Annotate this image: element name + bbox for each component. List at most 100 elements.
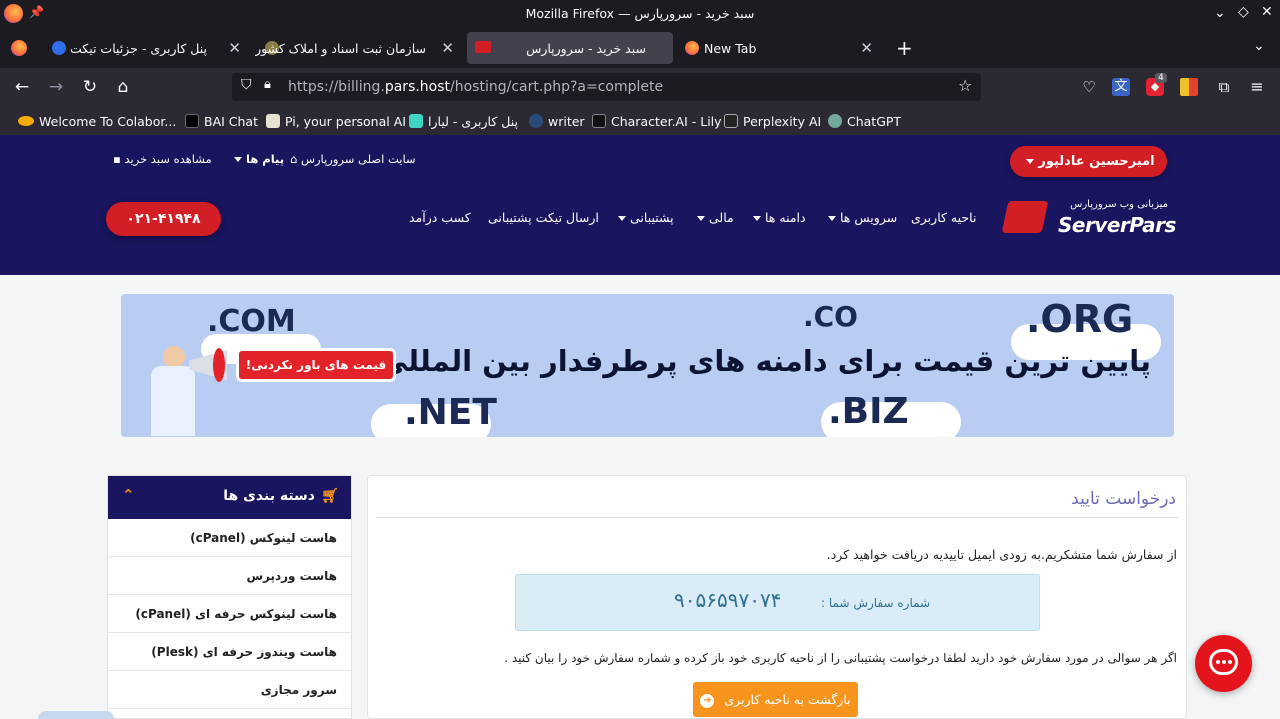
bookmark-perplexity[interactable]: Perplexity AI [724, 112, 821, 130]
tld-com: .COM [207, 304, 296, 339]
menu-label: کسب درآمد [409, 210, 471, 225]
menu-label: ارسال تیکت پشتیبانی [488, 210, 599, 225]
pocket-icon[interactable]: ♡ [1078, 76, 1100, 98]
url-domain: pars.host [384, 79, 451, 95]
tab-ticket-details[interactable]: پنل کاربری - جزئیات تیکت ✕ [42, 32, 251, 64]
logo-text: ServerPars [1058, 213, 1176, 237]
thanks-text: از سفارش شما متشکریم.به زودی ایمیل تایید… [826, 547, 1177, 562]
user-account-button[interactable]: امیرحسین عادلپور [1010, 146, 1167, 177]
tab-cart[interactable]: سبد خرید - سرورپارس [467, 32, 673, 64]
back-to-client-area-button[interactable]: بازگشت به ناحیه کاربری ➜ [693, 682, 858, 717]
menu-affiliate[interactable]: کسب درآمد [409, 210, 471, 225]
chat-dot [1228, 660, 1232, 664]
caret-down-icon [828, 216, 836, 221]
tld-net: .NET [404, 392, 497, 433]
bookmark-liara[interactable]: پنل کاربری - لیارا [409, 112, 518, 130]
scroll-widget[interactable] [38, 711, 114, 719]
serverpars-logo-mark-icon [1001, 201, 1049, 233]
caret-down-icon [234, 157, 242, 162]
bookmark-label: Character.AI - Lily [611, 113, 722, 129]
view-cart-link[interactable]: مشاهده سبد خرید ▪ [113, 152, 212, 166]
order-number-label: شماره سفارش شما : [821, 596, 931, 610]
caret-down-icon [1026, 159, 1035, 164]
pin-icon[interactable]: 📌 [29, 5, 44, 19]
chevron-up-icon[interactable]: ⌃ [122, 486, 135, 504]
window-title: Mozilla Firefox — سبد خرید - سرورپارس [525, 6, 755, 21]
bookmark-writer[interactable]: writer [529, 112, 585, 130]
bookmark-label: BAI Chat [204, 113, 258, 129]
bookmark-label: Welcome To Colabor... [39, 113, 177, 129]
bookmark-characterai[interactable]: Character.AI - Lily [592, 112, 722, 130]
tld-co: .CO [803, 300, 858, 333]
close-tab-icon[interactable]: ✕ [441, 39, 454, 57]
minimize-icon[interactable]: ⌄ [1214, 5, 1226, 21]
sidebar-item-linux-cpanel[interactable]: هاست لینوکس (cPanel) [108, 519, 351, 557]
cart-icon: 🛒︎ [321, 488, 339, 504]
close-tab-icon[interactable]: ✕ [228, 39, 241, 57]
bookmark-chatgpt[interactable]: ChatGPT [828, 112, 901, 130]
tab-registry[interactable]: سازمان ثبت اسناد و املاک کشور ✕ [255, 32, 464, 64]
perplexity-icon [724, 114, 738, 128]
menu-billing[interactable]: مالی [693, 210, 734, 225]
extension-badge: 4 [1155, 73, 1167, 83]
tab-title: پنل کاربری - جزئیات تیکت [70, 40, 207, 56]
order-number-value: ۹۰۵۶۵۹۷۰۷۴ [674, 588, 782, 612]
maximize-icon[interactable]: ◇ [1238, 4, 1249, 20]
lock-icon[interactable]: 🔒︎ [264, 77, 271, 92]
reload-icon[interactable]: ↻ [79, 76, 101, 98]
order-confirmation-panel: درخواست تایید از سفارش شما متشکریم.به زو… [367, 475, 1187, 719]
bookmark-label: writer [548, 113, 585, 129]
order-number-box: شماره سفارش شما : ۹۰۵۶۵۹۷۰۷۴ [515, 574, 1040, 631]
messages-label: پیام ها [246, 152, 285, 166]
tld-biz: .BIZ [828, 391, 909, 432]
sidebar-item-windows-plesk[interactable]: هاست ویندوز حرفه ای (Plesk) [108, 633, 351, 671]
list-all-tabs-icon[interactable]: ⌄ [1253, 38, 1265, 54]
bookmark-pi[interactable]: Pi, your personal AI [266, 112, 406, 130]
url-bar[interactable]: ⛉ 🔒︎ https://billing.pars.host/hosting/c… [232, 73, 981, 101]
extension-grid-icon[interactable] [1180, 78, 1198, 96]
sidebar-title: دسته بندی ها [223, 488, 315, 504]
menu-client-area[interactable]: ناحیه کاربری [911, 210, 976, 225]
banner-badge: قیمت های باور نکردنی! [236, 348, 396, 382]
tab-favicon-icon [52, 41, 66, 55]
live-chat-button[interactable] [1195, 635, 1252, 692]
url-text[interactable]: https://billing.pars.host/hosting/cart.p… [288, 79, 663, 95]
menu-open-ticket[interactable]: ارسال تیکت پشتیبانی [488, 210, 599, 225]
banner-headline: پایین ترین قیمت برای دامنه های پرطرفدار … [378, 344, 1151, 378]
logo-tagline: میزبانی وب سرورپارس [1070, 199, 1168, 210]
forward-arrow-icon[interactable]: → [45, 76, 67, 98]
new-tab-plus-icon[interactable]: + [896, 36, 913, 60]
sidebar-item-wordpress[interactable]: هاست وردپرس [108, 557, 351, 595]
bookmark-bai-chat[interactable]: BAI Chat [185, 112, 258, 130]
main-site-link[interactable]: سایت اصلی سرورپارس ⌂ [290, 152, 416, 166]
window-titlebar: 📌 Mozilla Firefox — سبد خرید - سرورپارس … [0, 0, 1280, 28]
close-tab-icon[interactable]: ✕ [860, 39, 873, 57]
phone-button[interactable]: ۰۲۱-۴۱۹۴۸ [106, 202, 221, 236]
sidebar-item-linux-pro[interactable]: هاست لینوکس حرفه ای (cPanel) [108, 595, 351, 633]
tracking-shield-icon[interactable]: ⛉ [241, 77, 252, 93]
menu-support[interactable]: پشتیبانی [614, 210, 674, 225]
sidebar-item-vps[interactable]: سرور مجازی [108, 671, 351, 709]
tab-new-tab[interactable]: New Tab ✕ [677, 32, 887, 64]
translate-icon[interactable]: 文 [1112, 78, 1130, 96]
firefox-view-icon[interactable] [11, 40, 27, 56]
caret-down-icon [753, 216, 761, 221]
tab-title: New Tab [704, 40, 757, 56]
extensions-puzzle-icon[interactable]: ⧉ [1213, 76, 1235, 98]
tab-bar: پنل کاربری - جزئیات تیکت ✕ سازمان ثبت اس… [0, 28, 1280, 68]
bookmark-star-icon[interactable]: ☆ [958, 76, 972, 95]
sidebar-header[interactable]: 🛒︎ دسته بندی ها ⌃ [108, 476, 351, 519]
house-icon: ⌂ [290, 152, 298, 166]
home-icon[interactable]: ⌂ [112, 76, 134, 98]
bookmark-colab[interactable]: Welcome To Colabor... [18, 112, 176, 130]
domain-promo-banner[interactable]: .COM .CO .ORG .NET .BIZ پایین ترین قیمت … [121, 294, 1174, 437]
menu-domains[interactable]: دامنه ها [749, 210, 806, 225]
menu-services[interactable]: سرویس ها [824, 210, 897, 225]
bookmarks-toolbar: Welcome To Colabor... BAI Chat Pi, your … [0, 106, 1280, 135]
messages-link[interactable]: پیام ها [230, 152, 284, 166]
close-window-icon[interactable]: ✕ [1261, 4, 1273, 20]
app-menu-icon[interactable]: ≡ [1246, 76, 1268, 98]
firefox-logo-icon [4, 4, 23, 23]
arrow-circle-icon: ➜ [700, 693, 715, 708]
back-arrow-icon[interactable]: ← [11, 76, 33, 98]
